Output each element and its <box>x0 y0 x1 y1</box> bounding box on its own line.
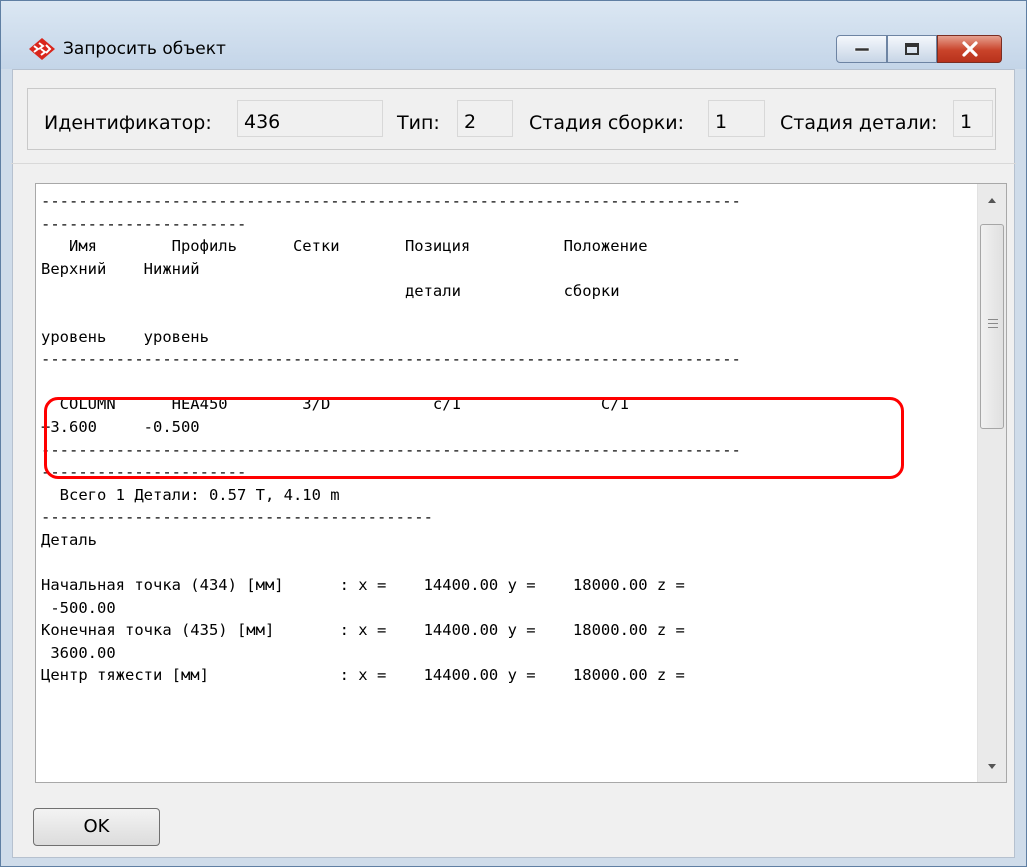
scroll-thumb[interactable] <box>980 224 1004 429</box>
maximize-button[interactable] <box>887 35 937 63</box>
assembly-stage-label: Стадия сборки: <box>529 112 685 134</box>
type-field[interactable]: 2 <box>457 100 513 137</box>
minimize-icon <box>854 47 869 52</box>
window-title: Запросить объект <box>63 39 226 59</box>
report-line: Верхний Нижний <box>41 259 200 278</box>
report-line: Конечная точка (435) [мм] : x = 14400.00… <box>41 621 685 640</box>
vertical-scrollbar[interactable] <box>977 184 1006 782</box>
report-line: 3600.00 <box>41 643 116 662</box>
report-line <box>41 371 966 394</box>
scroll-down-button[interactable] <box>978 752 1006 782</box>
report-text-area[interactable]: ----------------------------------------… <box>35 183 1007 783</box>
separator <box>11 163 1016 164</box>
report-line <box>41 552 966 575</box>
scroll-up-button[interactable] <box>978 184 1006 214</box>
report-line: ---------------------- <box>41 214 247 233</box>
close-icon <box>961 41 978 57</box>
part-stage-field[interactable]: 1 <box>953 100 993 137</box>
report-line <box>41 303 966 326</box>
report-line: Деталь <box>41 530 97 549</box>
grip-line <box>988 327 998 328</box>
report-line: Центр тяжести [мм] : x = 14400.00 y = 18… <box>41 666 685 685</box>
part-stage-label: Стадия детали: <box>780 112 938 134</box>
title-bar[interactable]: Запросить объект <box>1 1 1026 69</box>
report-line: Всего 1 Детали: 0.57 T, 4.10 m <box>41 485 340 504</box>
report-line: ----------------------------------------… <box>41 350 741 369</box>
report-line: ----------------------------------------… <box>41 508 433 527</box>
report-line: -500.00 <box>41 598 116 617</box>
report-line: детали сборки <box>41 282 620 301</box>
maximize-icon <box>905 43 919 55</box>
ok-button[interactable]: OK <box>33 808 160 846</box>
scroll-down-icon <box>988 764 996 769</box>
report-line: Начальная точка (434) [мм] : x = 14400.0… <box>41 576 685 595</box>
type-label: Тип: <box>397 112 440 134</box>
close-button[interactable] <box>937 35 1002 63</box>
report-line: уровень уровень <box>41 327 209 346</box>
highlight-box <box>44 397 904 479</box>
id-field[interactable]: 436 <box>237 100 383 137</box>
assembly-stage-field[interactable]: 1 <box>708 100 765 137</box>
minimize-button[interactable] <box>836 35 887 63</box>
grip-line <box>988 319 998 320</box>
grip-line <box>988 323 998 324</box>
scroll-up-icon <box>988 198 996 203</box>
app-icon <box>29 38 55 60</box>
report-line: ----------------------------------------… <box>41 192 741 210</box>
id-label: Идентификатор: <box>44 112 212 134</box>
report-line: Имя Профиль Сетки Позиция Положение <box>41 237 648 256</box>
